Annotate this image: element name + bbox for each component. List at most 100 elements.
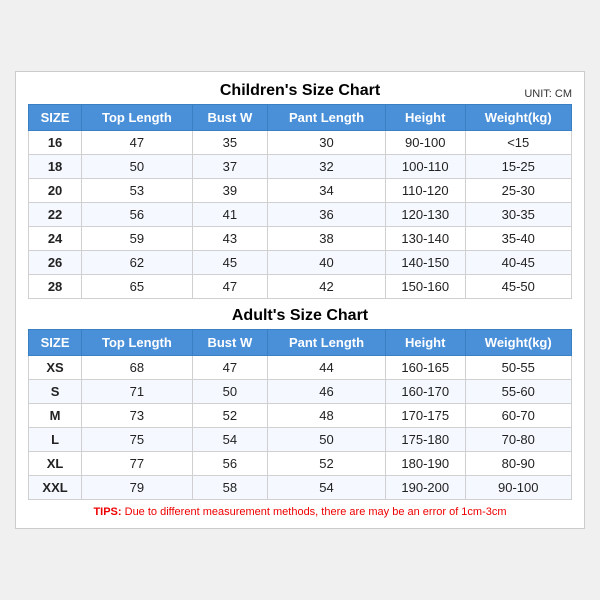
adults-title-row: Adult's Size Chart	[28, 307, 572, 325]
table-cell: 140-150	[385, 251, 465, 275]
table-row: L755450175-18070-80	[29, 428, 572, 452]
table-row: 24594338130-14035-40	[29, 227, 572, 251]
table-row: XL775652180-19080-90	[29, 452, 572, 476]
table-cell: 47	[192, 275, 267, 299]
table-cell: 42	[268, 275, 386, 299]
table-cell: 58	[192, 476, 267, 500]
table-cell: 36	[268, 203, 386, 227]
table-cell: 39	[192, 179, 267, 203]
table-cell: 65	[82, 275, 192, 299]
table-cell: 56	[192, 452, 267, 476]
children-header-row: SIZE Top Length Bust W Pant Length Heigh…	[29, 105, 572, 131]
table-cell: 38	[268, 227, 386, 251]
table-cell: 16	[29, 131, 82, 155]
children-col-pant-length: Pant Length	[268, 105, 386, 131]
table-row: 22564136120-13030-35	[29, 203, 572, 227]
table-cell: 28	[29, 275, 82, 299]
table-cell: 48	[268, 404, 386, 428]
table-cell: 170-175	[385, 404, 465, 428]
children-table: SIZE Top Length Bust W Pant Length Heigh…	[28, 104, 572, 299]
table-cell: 45	[192, 251, 267, 275]
table-cell: S	[29, 380, 82, 404]
table-cell: 52	[268, 452, 386, 476]
tips-label: TIPS:	[93, 506, 121, 518]
table-row: 1647353090-100<15	[29, 131, 572, 155]
table-cell: 79	[82, 476, 192, 500]
table-cell: XXL	[29, 476, 82, 500]
table-cell: 56	[82, 203, 192, 227]
table-cell: 60-70	[465, 404, 572, 428]
table-cell: 53	[82, 179, 192, 203]
table-cell: 160-165	[385, 356, 465, 380]
table-cell: 68	[82, 356, 192, 380]
chart-container: Children's Size Chart UNIT: CM SIZE Top …	[15, 71, 585, 529]
table-cell: 45-50	[465, 275, 572, 299]
table-cell: 50	[192, 380, 267, 404]
table-cell: 120-130	[385, 203, 465, 227]
table-row: M735248170-17560-70	[29, 404, 572, 428]
table-cell: <15	[465, 131, 572, 155]
table-cell: 24	[29, 227, 82, 251]
table-cell: 44	[268, 356, 386, 380]
adults-col-weight: Weight(kg)	[465, 330, 572, 356]
table-cell: 30	[268, 131, 386, 155]
table-cell: 70-80	[465, 428, 572, 452]
adults-col-pant-length: Pant Length	[268, 330, 386, 356]
table-cell: 47	[82, 131, 192, 155]
table-cell: 190-200	[385, 476, 465, 500]
tips-text: Due to different measurement methods, th…	[122, 506, 507, 518]
table-row: 26624540140-15040-45	[29, 251, 572, 275]
adults-col-top-length: Top Length	[82, 330, 192, 356]
table-cell: 71	[82, 380, 192, 404]
table-cell: 52	[192, 404, 267, 428]
table-cell: 35	[192, 131, 267, 155]
table-cell: 20	[29, 179, 82, 203]
table-cell: 54	[268, 476, 386, 500]
table-cell: 18	[29, 155, 82, 179]
table-cell: 55-60	[465, 380, 572, 404]
children-title-row: Children's Size Chart UNIT: CM	[28, 82, 572, 100]
table-cell: 59	[82, 227, 192, 251]
children-col-top-length: Top Length	[82, 105, 192, 131]
children-col-bust-w: Bust W	[192, 105, 267, 131]
table-cell: XL	[29, 452, 82, 476]
table-cell: 25-30	[465, 179, 572, 203]
tips-row: TIPS: Due to different measurement metho…	[28, 506, 572, 518]
table-cell: 30-35	[465, 203, 572, 227]
adults-col-bust-w: Bust W	[192, 330, 267, 356]
table-cell: 77	[82, 452, 192, 476]
adults-table: SIZE Top Length Bust W Pant Length Heigh…	[28, 329, 572, 500]
table-cell: 100-110	[385, 155, 465, 179]
table-cell: 90-100	[465, 476, 572, 500]
table-cell: M	[29, 404, 82, 428]
table-cell: 110-120	[385, 179, 465, 203]
table-cell: 50	[82, 155, 192, 179]
table-cell: 150-160	[385, 275, 465, 299]
table-cell: 160-170	[385, 380, 465, 404]
table-cell: 180-190	[385, 452, 465, 476]
table-row: 18503732100-11015-25	[29, 155, 572, 179]
table-cell: 50	[268, 428, 386, 452]
table-row: 28654742150-16045-50	[29, 275, 572, 299]
children-col-weight: Weight(kg)	[465, 105, 572, 131]
children-title: Children's Size Chart	[220, 82, 380, 100]
table-row: XXL795854190-20090-100	[29, 476, 572, 500]
table-cell: 80-90	[465, 452, 572, 476]
table-cell: 40	[268, 251, 386, 275]
table-cell: 75	[82, 428, 192, 452]
adults-title: Adult's Size Chart	[232, 307, 368, 325]
table-cell: 90-100	[385, 131, 465, 155]
table-cell: L	[29, 428, 82, 452]
children-col-size: SIZE	[29, 105, 82, 131]
table-cell: 15-25	[465, 155, 572, 179]
unit-label: UNIT: CM	[524, 88, 572, 100]
adults-col-size: SIZE	[29, 330, 82, 356]
table-cell: 54	[192, 428, 267, 452]
table-cell: 130-140	[385, 227, 465, 251]
table-cell: 41	[192, 203, 267, 227]
table-row: S715046160-17055-60	[29, 380, 572, 404]
table-cell: 37	[192, 155, 267, 179]
table-cell: 22	[29, 203, 82, 227]
table-cell: 34	[268, 179, 386, 203]
adults-header-row: SIZE Top Length Bust W Pant Length Heigh…	[29, 330, 572, 356]
